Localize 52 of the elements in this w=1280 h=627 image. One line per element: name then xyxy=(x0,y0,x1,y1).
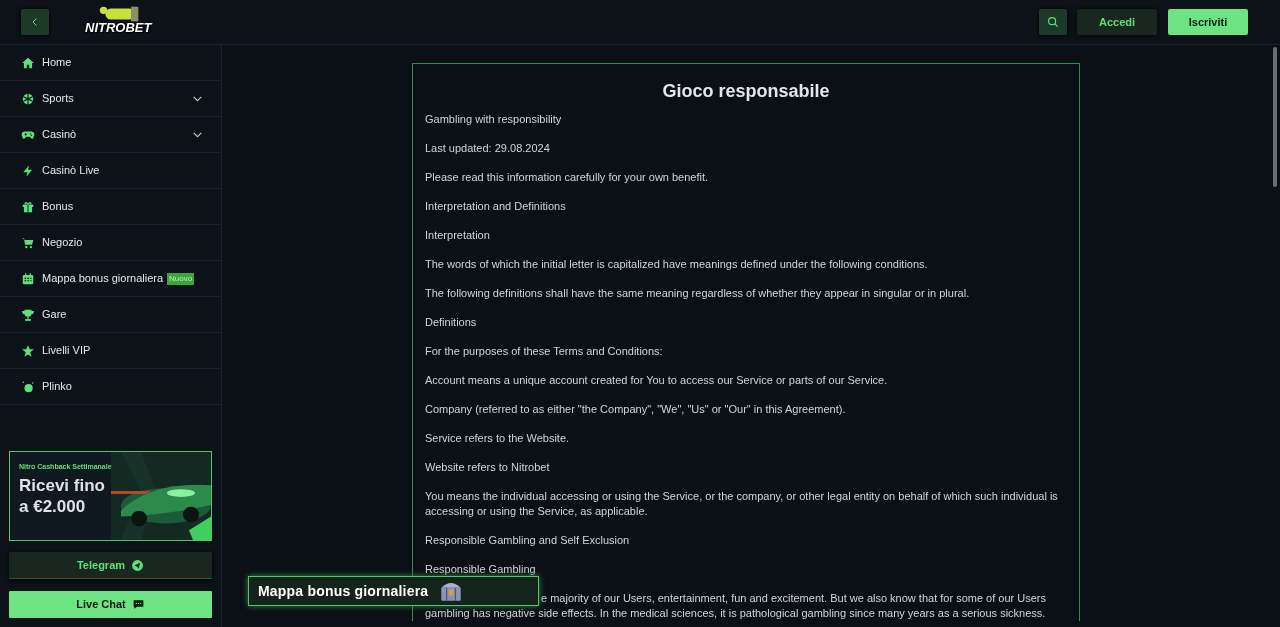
trophy-icon xyxy=(21,307,35,322)
logo[interactable]: NITROBET xyxy=(85,21,152,34)
sidebar-item[interactable]: Bonus xyxy=(0,189,221,225)
paragraph: Website refers to Nitrobet xyxy=(425,460,551,475)
paragraph: For the purposes of these Terms and Conditions: xyxy=(425,344,664,359)
register-button[interactable]: Iscriviti xyxy=(1168,9,1248,35)
paragraph: Company (referred to as either "the Company", "We", "Us" or "Our" in this Agreement). xyxy=(425,402,847,417)
back-button[interactable] xyxy=(21,9,49,35)
new-badge: Nuovo xyxy=(167,272,195,285)
paragraph: Account means a unique account created for You to access our Service or parts of our Service. xyxy=(425,373,889,388)
scrollbar-thumb[interactable] xyxy=(1273,47,1277,187)
paragraph: Interpretation and Definitions xyxy=(425,199,567,214)
login-button[interactable]: Accedi xyxy=(1077,9,1157,35)
paragraph: You means the individual accessing or using the Service, or the company, or other legal entity on behalf of which such individual is accessing or using the Service, as applicable. xyxy=(425,489,1059,519)
chat-icon xyxy=(131,598,145,611)
promo-headline: Ricevi fino a €2.000 xyxy=(19,474,106,517)
sidebar-item[interactable]: Gare xyxy=(0,297,221,333)
sidebar-item[interactable]: Mappa bonus giornaliera Nuovo xyxy=(0,261,221,297)
paragraph: Please read this information carefully for your own benefit. xyxy=(425,170,710,185)
paragraph: Interpretation xyxy=(425,228,491,243)
search-button[interactable] xyxy=(1039,9,1067,35)
gift-icon xyxy=(21,199,35,214)
search-icon xyxy=(1046,15,1060,29)
paragraph: The words of which the initial letter is capitalized have meanings defined under the following conditions. xyxy=(425,257,929,272)
calendar-icon xyxy=(21,271,35,286)
sidebar-item[interactable]: Plinko xyxy=(0,369,221,405)
paragraph: Responsible Gambling and Self Exclusion xyxy=(425,533,631,548)
paragraph-line: gambling has negative side effects. In the medical sciences, it is pathological gambling since many years as a serious sickness. xyxy=(425,606,1047,621)
send-icon xyxy=(131,558,145,572)
telegram-button[interactable]: Telegram xyxy=(9,552,212,579)
sidebar-item[interactable]: Casinò Live xyxy=(0,153,221,189)
paragraph: Responsible Gambling xyxy=(425,562,537,577)
paragraph: Gambling with responsibility xyxy=(425,112,563,127)
paragraph: Last updated: 29.08.2024 xyxy=(425,141,551,156)
paragraph: Definitions xyxy=(425,315,478,330)
ball-icon xyxy=(21,91,35,106)
paragraph-line: e majority of our Users, entertainment, fun and excitement. But we also know that for some of our Users xyxy=(541,591,1047,606)
sidebar-item[interactable]: Sports xyxy=(0,81,221,117)
cart-icon xyxy=(21,235,35,250)
sidebar-item[interactable]: Negozio xyxy=(0,225,221,261)
daily-bonus-banner[interactable]: Mappa bonus giornaliera xyxy=(248,576,539,606)
sidebar-item[interactable]: Casinò xyxy=(0,117,221,153)
sidebar-item[interactable]: Livelli VIP xyxy=(0,333,221,369)
ball-icon xyxy=(21,379,35,394)
live-chat-button[interactable]: Live Chat xyxy=(9,591,212,618)
paragraph: Service refers to the Website. xyxy=(425,431,571,446)
lightning-icon xyxy=(21,163,35,178)
home-icon xyxy=(21,55,35,70)
paragraph: The following definitions shall have the same meaning regardless of whether they appear in singular or in plural. xyxy=(425,286,971,301)
sidebar-item[interactable]: Home xyxy=(0,45,221,81)
page-title: Gioco responsabile xyxy=(661,80,831,103)
star-icon xyxy=(21,343,35,358)
